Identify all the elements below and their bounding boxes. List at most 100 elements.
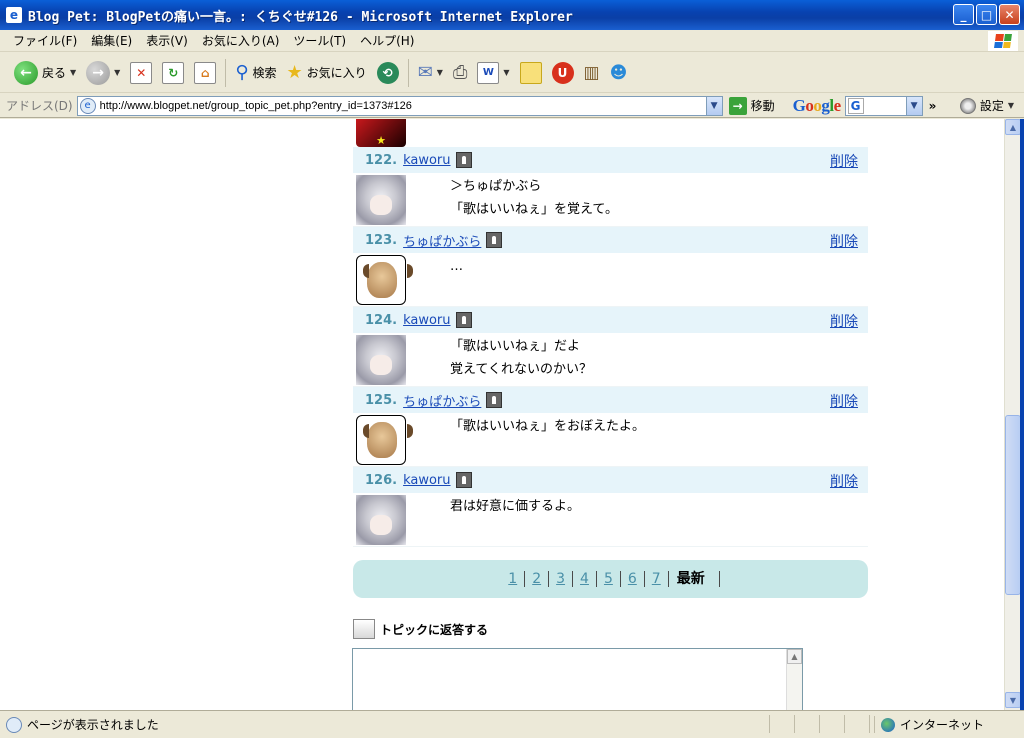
settings-dropdown-icon: ▼: [1007, 101, 1014, 110]
research-button[interactable]: ▥: [580, 57, 604, 89]
delete-link[interactable]: 削除: [830, 151, 858, 171]
menu-file[interactable]: ファイル(F): [6, 32, 84, 49]
list-item: …: [353, 253, 868, 307]
menu-tools[interactable]: ツール(T): [286, 32, 353, 49]
edit-button[interactable]: W ▼: [473, 57, 513, 89]
page-link-6[interactable]: 6: [621, 571, 645, 587]
refresh-button[interactable]: ↻: [158, 57, 188, 89]
google-dropdown-icon[interactable]: ▼: [905, 96, 922, 115]
settings-button[interactable]: 設定 ▼: [959, 97, 1014, 114]
mail-dropdown-icon[interactable]: ▼: [437, 68, 443, 77]
google-logo: Google: [792, 95, 842, 115]
page-link-7[interactable]: 7: [645, 571, 669, 587]
address-input[interactable]: e http://www.blogpet.net/group_topic_pet…: [76, 95, 723, 116]
avatar: [356, 175, 406, 225]
favorites-button[interactable]: ★ お気に入り: [283, 57, 371, 89]
stop-button[interactable]: ✕: [126, 57, 156, 89]
google-search-input[interactable]: G ▼: [844, 95, 923, 116]
post-user-link[interactable]: ちゅぱかぶら: [403, 391, 481, 410]
maximize-button[interactable]: □: [976, 4, 997, 25]
page-link-2[interactable]: 2: [525, 571, 550, 587]
reply-icon: [353, 619, 375, 639]
back-button[interactable]: ← 戻る ▼: [10, 57, 80, 89]
search-button[interactable]: ⚲ 検索: [231, 57, 280, 89]
delete-link[interactable]: 削除: [830, 311, 858, 331]
page-link-3[interactable]: 3: [549, 571, 574, 587]
security-zone: インターネット: [873, 716, 984, 733]
forward-button[interactable]: → ▼: [82, 57, 124, 89]
word-icon: W: [477, 61, 500, 84]
reply-textarea[interactable]: ▲: [352, 648, 803, 710]
post-line: 「歌はいいねぇ」だよ: [450, 339, 581, 354]
post-user-link[interactable]: ちゅぱかぶら: [403, 231, 481, 250]
forward-dropdown-icon[interactable]: ▼: [114, 68, 120, 77]
close-button[interactable]: ✕: [999, 4, 1020, 25]
avatar: ★: [356, 119, 406, 147]
back-dropdown-icon[interactable]: ▼: [70, 68, 76, 77]
post-header: 123. ちゅぱかぶら 削除: [353, 227, 868, 253]
scroll-thumb[interactable]: [1005, 415, 1021, 595]
delete-link[interactable]: 削除: [830, 231, 858, 251]
go-button[interactable]: → 移動: [728, 96, 775, 115]
menu-help[interactable]: ヘルプ(H): [353, 32, 421, 49]
page-link-1[interactable]: 1: [501, 571, 526, 587]
stop-icon: ✕: [130, 61, 153, 84]
note-icon: [519, 61, 542, 84]
minimize-button[interactable]: _: [953, 4, 974, 25]
address-dropdown-icon[interactable]: ▼: [705, 96, 722, 115]
note-button[interactable]: [516, 57, 546, 89]
address-url[interactable]: http://www.blogpet.net/group_topic_pet.p…: [100, 100, 706, 112]
menu-favorites[interactable]: お気に入り(A): [195, 32, 287, 49]
avatar: [356, 495, 406, 545]
gear-icon: [959, 97, 976, 114]
zone-label: インターネット: [899, 718, 984, 732]
list-item: 「歌はいいねぇ」をおぼえたよ。: [353, 413, 868, 467]
print-button[interactable]: ⎙: [449, 57, 471, 89]
delete-link[interactable]: 削除: [830, 471, 858, 491]
edit-dropdown-icon[interactable]: ▼: [503, 68, 509, 77]
google-g-icon: G: [847, 97, 864, 114]
mail-button[interactable]: ✉ ▼: [414, 57, 447, 89]
post-line: …: [450, 259, 463, 274]
menu-view[interactable]: 表示(V): [139, 32, 195, 49]
page-link-5[interactable]: 5: [597, 571, 621, 587]
page-done-icon: [6, 716, 22, 733]
lock-icon: [455, 472, 472, 488]
page-latest: 最新: [669, 571, 720, 587]
post-text: 君は好意に価するよ。: [450, 495, 580, 518]
delete-link[interactable]: 削除: [830, 391, 858, 411]
textarea-scroll-up-icon[interactable]: ▲: [787, 649, 802, 664]
post-line: 「歌はいいねぇ」をおぼえたよ。: [450, 419, 646, 434]
menu-bar: ファイル(F) 編集(E) 表示(V) お気に入り(A) ツール(T) ヘルプ(…: [0, 30, 1024, 52]
page-link-4[interactable]: 4: [573, 571, 597, 587]
back-label: 戻る: [42, 66, 67, 80]
messenger-button[interactable]: ☻: [606, 57, 632, 89]
search-label: 検索: [252, 66, 277, 80]
mail-icon: ✉: [417, 62, 433, 83]
home-button[interactable]: ⌂: [190, 57, 220, 89]
post-number: 122.: [365, 152, 398, 168]
menu-edit[interactable]: 編集(E): [84, 32, 139, 49]
back-arrow-icon: ←: [14, 60, 38, 85]
history-icon: ⟲: [376, 61, 399, 84]
post-user-link[interactable]: kaworu: [403, 313, 450, 328]
post-user-link[interactable]: kaworu: [403, 473, 450, 488]
chevron-more-icon[interactable]: »: [929, 99, 937, 113]
list-item: 君は好意に価するよ。: [353, 493, 868, 547]
page-icon: e: [79, 97, 96, 114]
post-text: ＞ちゅぱかぶら 「歌はいいねぇ」を覚えて。: [450, 175, 618, 221]
globe-icon: [880, 717, 895, 732]
addon-button[interactable]: U: [548, 57, 578, 89]
scroll-up-icon[interactable]: ▲: [1005, 119, 1021, 135]
post-number: 126.: [365, 472, 398, 488]
scroll-down-icon[interactable]: ▼: [1005, 692, 1021, 708]
list-item: ＞ちゅぱかぶら 「歌はいいねぇ」を覚えて。: [353, 173, 868, 227]
history-button[interactable]: ⟲: [373, 57, 403, 89]
pagination: 1 2 3 4 5 6 7 最新: [353, 560, 868, 598]
toolbar: ← 戻る ▼ → ▼ ✕ ↻ ⌂ ⚲ 検索 ★ お気に入り ⟲ ✉ ▼ ⎙ W …: [0, 53, 1024, 93]
vertical-scrollbar[interactable]: ▲ ▼: [1004, 119, 1021, 710]
topic-thread: ★ 122. kaworu 削除 ＞ちゅぱかぶら 「歌はいいねぇ」を覚えて。 123. ちゅ…: [353, 119, 868, 547]
post-text: 「歌はいいねぇ」をおぼえたよ。: [450, 415, 645, 438]
post-header: 124. kaworu 削除: [353, 307, 868, 333]
post-user-link[interactable]: kaworu: [403, 153, 450, 168]
